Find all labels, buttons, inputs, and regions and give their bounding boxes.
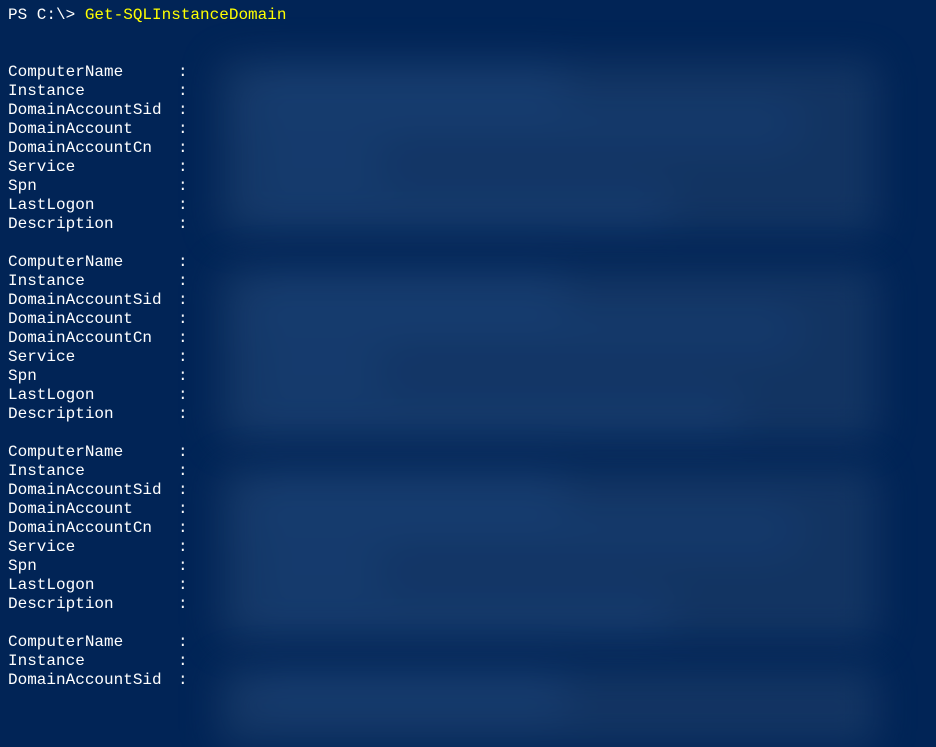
- field-separator: :: [178, 652, 188, 671]
- result-row: ComputerName :: [8, 633, 936, 652]
- result-row: DomainAccountSid :: [8, 101, 936, 120]
- field-name: Instance: [8, 272, 178, 291]
- field-name: Service: [8, 158, 178, 177]
- field-name: DomainAccountSid: [8, 481, 178, 500]
- field-separator: :: [178, 272, 188, 291]
- field-name: DomainAccountSid: [8, 101, 178, 120]
- field-name: LastLogon: [8, 196, 178, 215]
- field-name: Spn: [8, 557, 178, 576]
- result-row: Description :: [8, 215, 936, 234]
- result-row: Instance :: [8, 272, 936, 291]
- field-name: DomainAccountSid: [8, 671, 178, 690]
- result-block: ComputerName :Instance :DomainAccountSid…: [8, 253, 936, 424]
- field-separator: :: [178, 595, 188, 614]
- results-output: ComputerName :Instance :DomainAccountSid…: [8, 63, 936, 690]
- result-row: ComputerName :: [8, 63, 936, 82]
- prompt-text: PS C:\>: [8, 6, 85, 24]
- result-row: LastLogon :: [8, 386, 936, 405]
- result-row: Service :: [8, 348, 936, 367]
- field-separator: :: [178, 82, 188, 101]
- result-row: Description :: [8, 595, 936, 614]
- field-name: DomainAccountCn: [8, 519, 178, 538]
- result-row: DomainAccountSid :: [8, 481, 936, 500]
- result-row: Instance :: [8, 462, 936, 481]
- field-separator: :: [178, 519, 188, 538]
- field-name: ComputerName: [8, 443, 178, 462]
- prompt-line: PS C:\> Get-SQLInstanceDomain: [8, 6, 936, 25]
- field-separator: :: [178, 462, 188, 481]
- result-block: ComputerName :Instance :DomainAccountSid…: [8, 443, 936, 614]
- result-row: DomainAccountCn :: [8, 519, 936, 538]
- field-name: Instance: [8, 82, 178, 101]
- result-row: LastLogon :: [8, 196, 936, 215]
- field-separator: :: [178, 671, 188, 690]
- field-separator: :: [178, 557, 188, 576]
- field-separator: :: [178, 500, 188, 519]
- field-name: Service: [8, 538, 178, 557]
- result-row: Instance :: [8, 652, 936, 671]
- field-name: Spn: [8, 367, 178, 386]
- field-separator: :: [178, 386, 188, 405]
- field-separator: :: [178, 291, 188, 310]
- field-name: Instance: [8, 462, 178, 481]
- result-row: LastLogon :: [8, 576, 936, 595]
- field-name: ComputerName: [8, 63, 178, 82]
- result-row: ComputerName :: [8, 253, 936, 272]
- field-name: DomainAccount: [8, 120, 178, 139]
- result-row: Spn :: [8, 557, 936, 576]
- field-name: DomainAccountCn: [8, 329, 178, 348]
- field-separator: :: [178, 101, 188, 120]
- field-separator: :: [178, 481, 188, 500]
- field-separator: :: [178, 253, 188, 272]
- result-row: DomainAccount :: [8, 310, 936, 329]
- field-name: ComputerName: [8, 633, 178, 652]
- field-separator: :: [178, 367, 188, 386]
- field-separator: :: [178, 177, 188, 196]
- result-row: Service :: [8, 158, 936, 177]
- field-name: Instance: [8, 652, 178, 671]
- result-row: DomainAccountSid :: [8, 671, 936, 690]
- result-block: ComputerName :Instance :DomainAccountSid…: [8, 633, 936, 690]
- field-name: Description: [8, 595, 178, 614]
- field-name: DomainAccountSid: [8, 291, 178, 310]
- field-separator: :: [178, 538, 188, 557]
- result-row: DomainAccount :: [8, 120, 936, 139]
- field-separator: :: [178, 158, 188, 177]
- field-separator: :: [178, 63, 188, 82]
- field-name: Description: [8, 215, 178, 234]
- result-row: Instance :: [8, 82, 936, 101]
- field-name: Spn: [8, 177, 178, 196]
- result-row: DomainAccountSid :: [8, 291, 936, 310]
- field-name: DomainAccountCn: [8, 139, 178, 158]
- powershell-terminal[interactable]: PS C:\> Get-SQLInstanceDomain ComputerNa…: [0, 0, 936, 690]
- field-name: ComputerName: [8, 253, 178, 272]
- field-separator: :: [178, 196, 188, 215]
- field-separator: :: [178, 215, 188, 234]
- result-row: Spn :: [8, 367, 936, 386]
- field-name: DomainAccount: [8, 310, 178, 329]
- field-name: DomainAccount: [8, 500, 178, 519]
- result-row: Spn :: [8, 177, 936, 196]
- field-name: Service: [8, 348, 178, 367]
- field-separator: :: [178, 310, 188, 329]
- field-name: Description: [8, 405, 178, 424]
- field-separator: :: [178, 576, 188, 595]
- result-row: Description :: [8, 405, 936, 424]
- result-row: DomainAccountCn :: [8, 329, 936, 348]
- field-separator: :: [178, 443, 188, 462]
- result-row: ComputerName :: [8, 443, 936, 462]
- result-row: Service :: [8, 538, 936, 557]
- field-separator: :: [178, 120, 188, 139]
- field-separator: :: [178, 348, 188, 367]
- field-name: LastLogon: [8, 576, 178, 595]
- result-row: DomainAccountCn :: [8, 139, 936, 158]
- command-text: Get-SQLInstanceDomain: [85, 6, 287, 24]
- field-name: LastLogon: [8, 386, 178, 405]
- field-separator: :: [178, 405, 188, 424]
- result-row: DomainAccount :: [8, 500, 936, 519]
- field-separator: :: [178, 633, 188, 652]
- field-separator: :: [178, 139, 188, 158]
- field-separator: :: [178, 329, 188, 348]
- result-block: ComputerName :Instance :DomainAccountSid…: [8, 63, 936, 234]
